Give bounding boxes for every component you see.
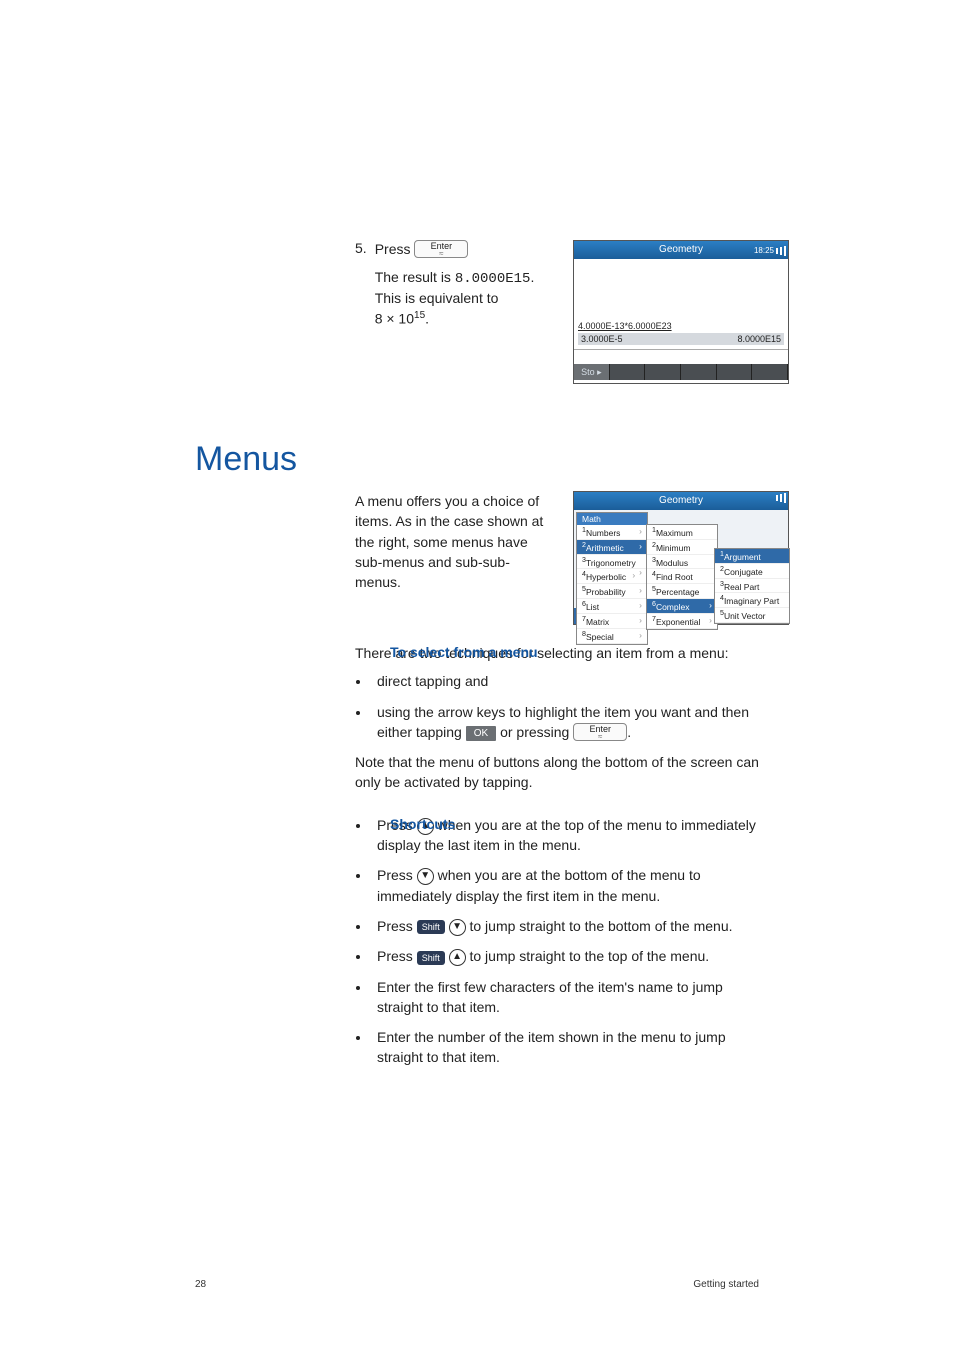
step-number: 5.	[355, 240, 375, 256]
shortcut-5: Enter the first few characters of the it…	[371, 977, 759, 1018]
bullet-direct-tapping: direct tapping and	[371, 671, 759, 691]
bullet-arrow-keys: using the arrow keys to highlight the it…	[371, 702, 759, 743]
shortcut-6: Enter the number of the item shown in th…	[371, 1027, 759, 1068]
menu-col1-hdr: Math	[577, 513, 647, 525]
result-text-1: The result is	[375, 269, 451, 285]
calc1-time: 18:25	[754, 242, 774, 260]
down-arrow-icon: ▼	[417, 868, 434, 885]
result-period: .	[425, 310, 429, 326]
heading-menus: Menus	[195, 440, 759, 479]
menus-intro: A menu offers you a choice of items. As …	[355, 491, 555, 592]
shortcut-3: Press Shift ▼ to jump straight to the bo…	[371, 916, 759, 936]
result-text-3: 8 × 10	[375, 310, 414, 326]
enter-key-icon-2: Enter≈	[573, 723, 627, 741]
footer-section: Getting started	[693, 1279, 759, 1290]
ok-softkey-icon: OK	[466, 726, 496, 741]
label-shortcuts: Shortcuts	[390, 815, 540, 833]
step-action: Press	[375, 241, 411, 257]
page-number: 28	[195, 1279, 206, 1290]
calc-screenshot-menu: Geometry Math 1Numbers 2Arithmetic 3Trig…	[573, 491, 789, 625]
calc2-title: Geometry	[659, 495, 703, 506]
enter-key-icon: Enter ≈	[414, 240, 468, 258]
shortcut-2: Press ▼ when you are at the bottom of th…	[371, 865, 759, 906]
calc1-sk-sto: Sto ▸	[574, 364, 610, 380]
down-arrow-icon-2: ▼	[449, 919, 466, 936]
up-arrow-icon-2: ▲	[449, 949, 466, 966]
select-note: Note that the menu of buttons along the …	[355, 752, 759, 793]
shift-key-icon: Shift	[417, 920, 445, 934]
shortcut-4: Press Shift ▲ to jump straight to the to…	[371, 946, 759, 966]
shift-key-icon-2: Shift	[417, 951, 445, 965]
calc1-title: Geometry	[659, 244, 703, 255]
result-exp: 15	[414, 310, 425, 321]
calc1-result: 8.0000E15	[737, 334, 781, 344]
calc1-expr-top: 4.0000E-13*6.0000E23	[578, 321, 672, 331]
calc1-quot: 3.0000E-5	[581, 334, 623, 344]
label-select-from-menu: To select from a menu	[390, 643, 540, 661]
result-value: 8.0000E15	[455, 271, 531, 287]
calc-screenshot-result: Geometry 18:25 4.0000E-13*6.0000E23 3.00…	[573, 240, 789, 384]
